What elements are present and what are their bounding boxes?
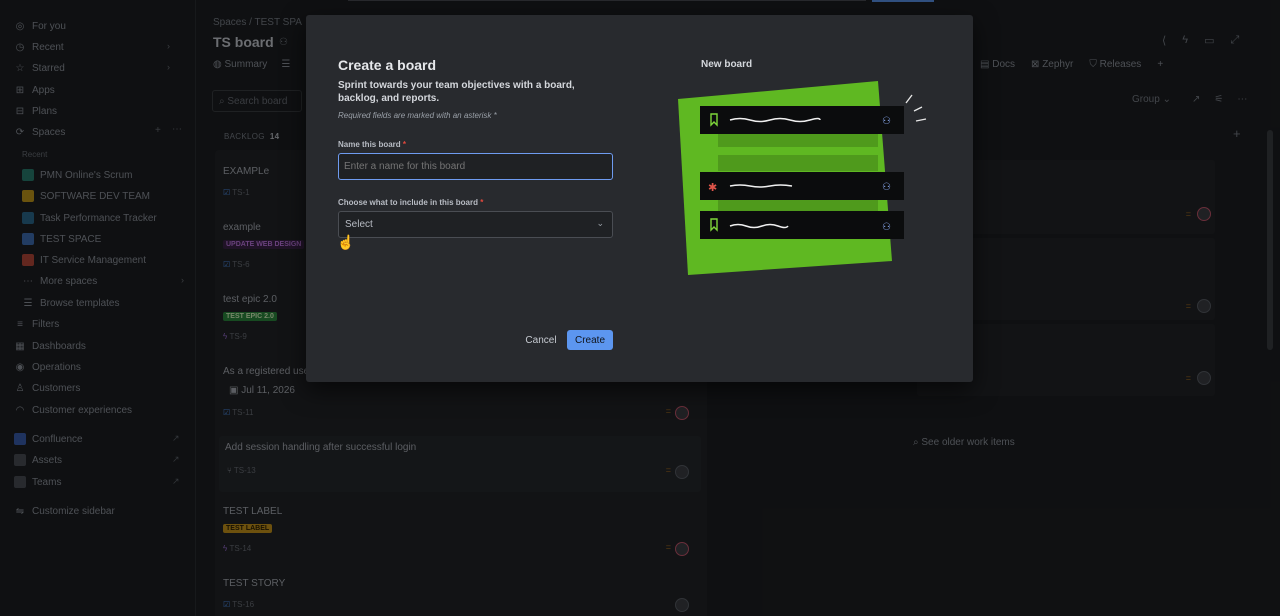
preview-label: New board bbox=[701, 59, 753, 70]
sparkle-lines bbox=[905, 94, 927, 122]
create-board-dialog: Create a board Sprint towards your team … bbox=[306, 15, 973, 382]
name-field-label: Name this board * bbox=[338, 140, 407, 149]
board-row-task: ⚇ bbox=[700, 211, 904, 239]
board-row-bug: ✱ ⚇ bbox=[700, 172, 904, 200]
chevron-down-icon: ⌄ bbox=[596, 218, 604, 228]
dialog-title: Create a board bbox=[338, 57, 437, 73]
faded-row bbox=[718, 155, 878, 171]
people-icon: ⚇ bbox=[882, 222, 891, 233]
board-illustration: ⚇ ✱ ⚇ ⚇ bbox=[678, 81, 927, 275]
board-name-input[interactable] bbox=[338, 153, 613, 180]
create-button[interactable]: Create bbox=[567, 330, 613, 350]
dialog-description: Sprint towards your team objectives with… bbox=[338, 80, 575, 104]
faded-row bbox=[718, 199, 878, 211]
bug-icon: ✱ bbox=[708, 181, 717, 194]
include-field-label: Choose what to include in this board * bbox=[338, 198, 484, 207]
people-icon: ⚇ bbox=[882, 182, 891, 193]
required-note: Required fields are marked with an aster… bbox=[338, 111, 497, 120]
include-select[interactable]: Select ⌄ bbox=[338, 211, 613, 238]
people-icon: ⚇ bbox=[882, 116, 891, 127]
cancel-button[interactable]: Cancel bbox=[520, 330, 562, 350]
board-row-story: ⚇ bbox=[700, 106, 904, 134]
mouse-cursor: ☝ bbox=[337, 234, 355, 250]
